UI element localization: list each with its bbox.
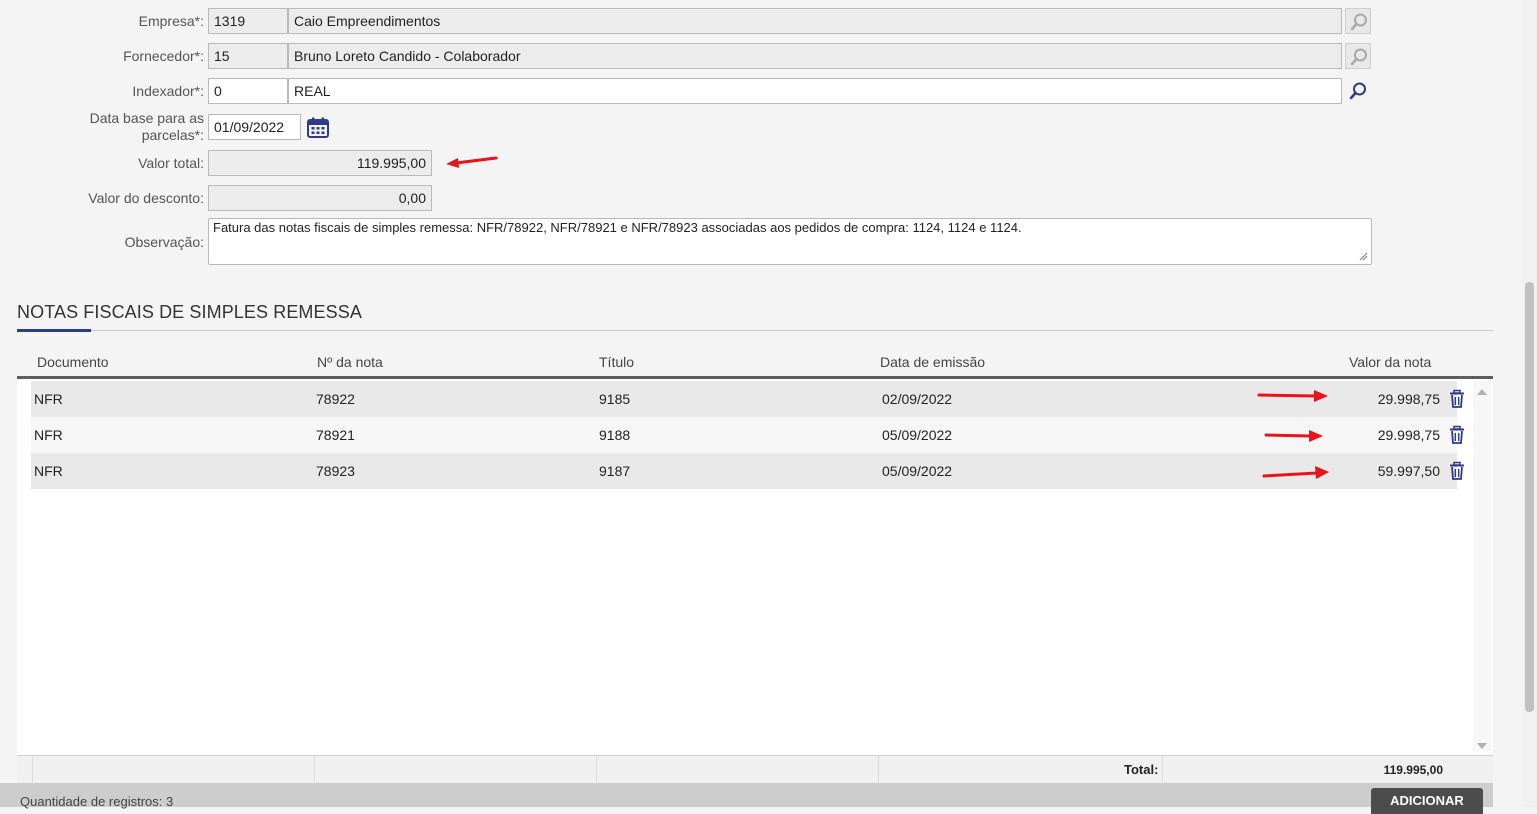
resize-handle-icon[interactable] — [1358, 251, 1368, 261]
observacao-label: Observação: — [124, 234, 204, 250]
delete-row-button[interactable] — [1447, 461, 1467, 481]
cell-data: 05/09/2022 — [882, 463, 953, 479]
fornecedor-name-input[interactable]: Bruno Loreto Candido - Colaborador — [288, 43, 1342, 69]
cell-data: 05/09/2022 — [882, 427, 953, 443]
trash-icon — [1450, 389, 1464, 408]
annotation-arrow-row-3 — [1262, 466, 1329, 479]
empresa-name-input[interactable]: Caio Empreendimentos — [288, 8, 1342, 34]
grid-footer-bar: Quantidade de registros: 3 ADICIONAR — [0, 783, 1493, 814]
cell-titulo: 9185 — [599, 391, 631, 407]
annotation-arrow-row-2 — [1264, 430, 1323, 442]
trash-icon — [1450, 461, 1464, 480]
scroll-up-icon[interactable] — [1477, 389, 1487, 395]
section-title: NOTAS FISCAIS DE SIMPLES REMESSA — [17, 302, 362, 322]
section-divider — [17, 330, 1493, 331]
totals-divider — [32, 756, 33, 783]
cell-valor: 29.998,75 — [1377, 427, 1440, 443]
totals-divider — [878, 756, 879, 783]
empresa-search-button[interactable] — [1345, 8, 1371, 34]
cell-documento: NFR — [34, 463, 63, 479]
cell-data: 02/09/2022 — [882, 391, 953, 407]
column-header-documento[interactable]: Documento — [37, 354, 109, 370]
column-header-titulo[interactable]: Título — [599, 354, 634, 370]
fornecedor-search-button[interactable] — [1345, 43, 1371, 69]
indexador-search-button[interactable] — [1345, 78, 1371, 104]
cell-valor: 59.997,50 — [1377, 463, 1440, 479]
page-scrollbar-thumb[interactable] — [1525, 282, 1534, 712]
table-row[interactable]: NFR 78921 9188 05/09/2022 29.998,75 — [31, 417, 1457, 453]
data-base-label-line2: parcelas*: — [141, 127, 204, 143]
totals-value: 119.995,00 — [1383, 763, 1443, 777]
fornecedor-label: Fornecedor*: — [123, 48, 204, 64]
trash-icon — [1450, 425, 1464, 444]
data-base-label-line1: Data base para as — [89, 110, 204, 126]
cell-numero: 78922 — [316, 391, 355, 407]
column-header-data[interactable]: Data de emissão — [880, 354, 985, 370]
indexador-code-input[interactable]: 0 — [208, 78, 288, 104]
add-button[interactable]: ADICIONAR — [1371, 788, 1483, 814]
indexador-label: Indexador*: — [132, 83, 204, 99]
delete-row-button[interactable] — [1447, 425, 1467, 445]
empresa-label: Empresa*: — [138, 13, 204, 29]
search-icon — [1350, 13, 1367, 31]
totals-divider — [1162, 756, 1163, 783]
annotation-arrow-valor-total — [446, 156, 498, 168]
calendar-icon — [307, 117, 329, 138]
cell-numero: 78923 — [316, 463, 355, 479]
empresa-code-input[interactable]: 1319 — [208, 8, 288, 34]
page-scrollbar[interactable] — [1522, 0, 1537, 807]
fornecedor-code-input[interactable]: 15 — [208, 43, 288, 69]
totals-label: Total: — [1124, 762, 1159, 777]
indexador-name-input[interactable]: REAL — [288, 78, 1342, 104]
search-icon — [1349, 82, 1366, 100]
cell-documento: NFR — [34, 427, 63, 443]
calendar-button[interactable] — [306, 116, 330, 140]
table-totals-row: Total: 119.995,00 — [17, 755, 1493, 783]
cell-documento: NFR — [34, 391, 63, 407]
scroll-down-icon[interactable] — [1477, 743, 1487, 749]
valor-desconto-label: Valor do desconto: — [88, 190, 204, 206]
valor-desconto-input[interactable]: 0,00 — [208, 185, 432, 211]
data-base-input[interactable]: 01/09/2022 — [208, 114, 301, 140]
delete-row-button[interactable] — [1447, 389, 1467, 409]
section-accent-bar — [17, 329, 91, 332]
column-header-valor[interactable]: Valor da nota — [1349, 354, 1431, 370]
data-base-label: Data base para as parcelas*: — [40, 110, 204, 144]
table-row[interactable]: NFR 78922 9185 02/09/2022 29.998,75 — [31, 381, 1457, 417]
table-scrollbar[interactable] — [1473, 381, 1491, 751]
cell-numero: 78921 — [316, 427, 355, 443]
annotation-arrow-row-1 — [1257, 390, 1328, 402]
valor-total-input[interactable]: 119.995,00 — [208, 150, 432, 176]
search-icon — [1350, 48, 1367, 66]
totals-divider — [596, 756, 597, 783]
cell-titulo: 9188 — [599, 427, 631, 443]
column-header-numero[interactable]: Nº da nota — [317, 354, 383, 370]
observacao-textarea[interactable]: Fatura das notas fiscais de simples reme… — [208, 218, 1372, 265]
table-row[interactable]: NFR 78923 9187 05/09/2022 59.997,50 — [31, 453, 1457, 489]
cell-valor: 29.998,75 — [1377, 391, 1440, 407]
cell-titulo: 9187 — [599, 463, 631, 479]
totals-divider — [314, 756, 315, 783]
valor-total-label: Valor total: — [138, 155, 204, 171]
